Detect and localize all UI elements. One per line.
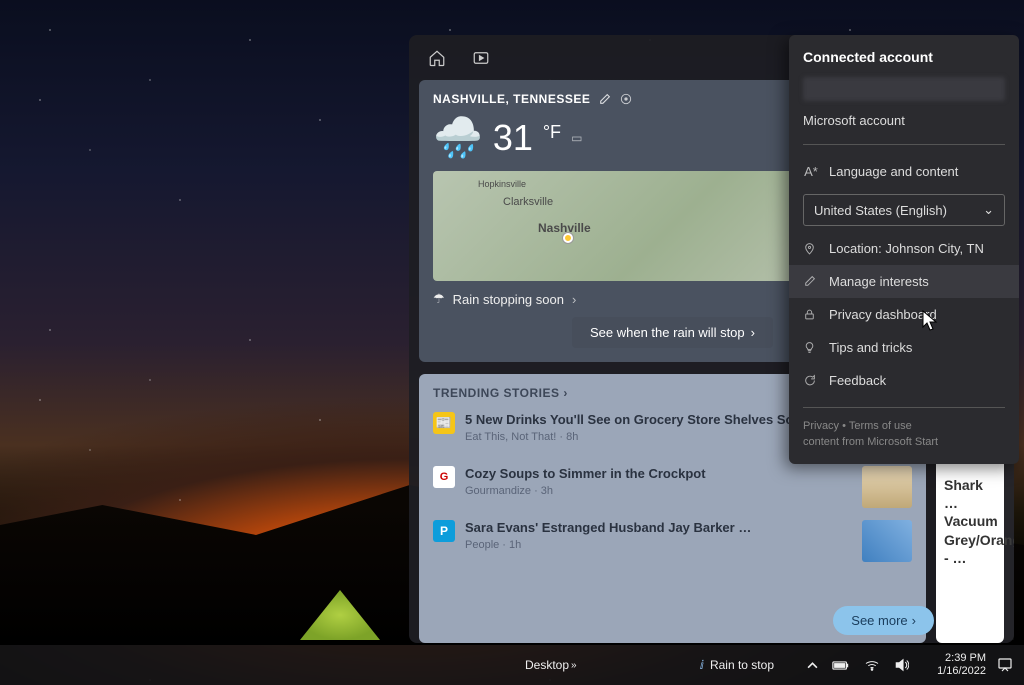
weather-location: NASHVILLE, TENNESSEE	[433, 92, 590, 106]
edit-location-icon[interactable]	[598, 93, 611, 106]
map-city-label: Clarksville	[503, 196, 553, 208]
story-thumbnail	[862, 520, 912, 562]
language-icon: A*	[803, 164, 819, 179]
notification-center-icon[interactable]	[996, 656, 1014, 674]
language-select[interactable]: United States (English) ⌄	[803, 194, 1005, 226]
wifi-icon[interactable]	[864, 659, 880, 671]
feedback-icon	[803, 374, 819, 387]
story-source-icon: P	[433, 520, 455, 542]
rain-drop-icon: ⅈ	[700, 658, 704, 672]
chevron-down-icon: ⌄	[983, 202, 994, 218]
system-tray	[807, 658, 909, 672]
manage-interests-row[interactable]: Manage interests	[789, 265, 1019, 298]
see-more-button[interactable]: See more ›	[833, 606, 934, 635]
battery-icon[interactable]	[832, 660, 850, 671]
language-content-row[interactable]: A* Language and content	[789, 155, 1019, 188]
story-source-icon: 📰	[433, 412, 455, 434]
divider	[803, 407, 1005, 408]
account-type[interactable]: Microsoft account	[789, 107, 1019, 134]
chevron-right-icon: ›	[563, 386, 568, 400]
taskview-desktop-button[interactable]: Desktop »	[525, 658, 577, 672]
location-target-icon[interactable]	[619, 92, 633, 106]
feedback-row[interactable]: Feedback	[789, 364, 1019, 397]
terms-link[interactable]: Terms of use	[849, 420, 912, 432]
lightbulb-icon	[803, 341, 819, 354]
video-icon[interactable]	[468, 45, 494, 71]
content-source: content from Microsoft Start	[789, 434, 1019, 450]
story-thumbnail	[862, 466, 912, 508]
taskbar-weather-button[interactable]: ⅈ Rain to stop	[700, 658, 774, 672]
umbrella-icon: ☂	[433, 291, 445, 307]
taskbar-clock[interactable]: 2:39 PM 1/16/2022	[937, 652, 986, 678]
connected-account-title: Connected account	[789, 49, 1019, 71]
temperature-value: 31	[493, 117, 533, 159]
story-item[interactable]: G Cozy Soups to Simmer in the Crockpot G…	[433, 466, 912, 508]
weather-rain-icon: 🌧️	[433, 114, 483, 161]
location-row[interactable]: Location: Johnson City, TN	[789, 232, 1019, 265]
settings-menu: Connected account Microsoft account A* L…	[789, 35, 1019, 464]
temperature-unit: °F	[543, 122, 561, 143]
tips-tricks-row[interactable]: Tips and tricks	[789, 331, 1019, 364]
home-icon[interactable]	[424, 45, 450, 71]
see-rain-button[interactable]: See when the rain will stop ›	[572, 317, 773, 348]
mouse-cursor	[922, 310, 938, 332]
story-item[interactable]: P Sara Evans' Estranged Husband Jay Bark…	[433, 520, 912, 562]
map-pin-icon	[563, 233, 573, 243]
map-city-label: Hopkinsville	[478, 179, 526, 189]
pencil-icon	[803, 275, 819, 288]
tray-expand-icon[interactable]	[807, 660, 818, 671]
location-pin-icon	[803, 242, 819, 255]
divider	[803, 144, 1005, 145]
rain-status: Rain stopping soon	[453, 292, 564, 307]
volume-icon[interactable]	[894, 658, 909, 672]
chevron-icon: »	[571, 660, 577, 671]
account-name-redacted	[803, 77, 1005, 101]
chevron-right-icon: ›	[912, 613, 916, 628]
privacy-link[interactable]: Privacy	[803, 420, 839, 432]
gauge-icon: ▭	[571, 131, 582, 145]
privacy-dashboard-row[interactable]: Privacy dashboard	[789, 298, 1019, 331]
lock-icon	[803, 308, 819, 321]
story-source-icon: G	[433, 466, 455, 488]
taskbar: Desktop » ⅈ Rain to stop 2:39 PM 1/16/20…	[0, 645, 1024, 685]
chevron-right-icon[interactable]: ›	[572, 292, 576, 307]
chevron-right-icon: ›	[751, 325, 755, 340]
